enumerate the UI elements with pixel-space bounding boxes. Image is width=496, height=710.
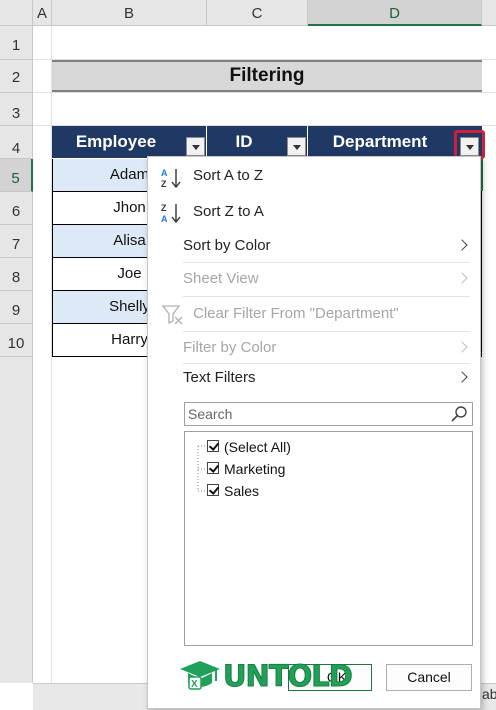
menu-label: Text Filters (183, 369, 256, 386)
search-icon (451, 406, 467, 422)
menu-item-sheet-view: Sheet View (148, 264, 480, 294)
header-label: Employee (75, 132, 157, 151)
menu-separator (183, 262, 470, 263)
menu-item-sort-a-to-z[interactable]: A Z Sort A to Z (148, 161, 480, 191)
search-input[interactable]: Search (184, 402, 473, 426)
list-item-label: Sales (224, 483, 260, 499)
svg-text:A: A (161, 168, 168, 178)
sort-descending-icon: Z A (161, 203, 181, 224)
row-header-8[interactable]: 8 (0, 258, 33, 291)
list-item-label: Marketing (224, 461, 286, 477)
filter-dropdown-button-id[interactable] (287, 137, 306, 156)
table-header-employee[interactable]: Employee (52, 126, 207, 158)
menu-item-sort-z-to-a[interactable]: Z A Sort Z to A (148, 197, 480, 227)
column-header-d[interactable]: D (308, 0, 482, 26)
row-header-3[interactable]: 3 (0, 93, 33, 126)
checkbox-marketing[interactable] (207, 462, 219, 474)
graduation-cap-logo-icon: X (180, 661, 220, 690)
column-header-e[interactable] (482, 0, 496, 26)
row-header-4[interactable]: 4 (0, 126, 33, 159)
row-header-6[interactable]: 6 (0, 192, 33, 225)
menu-item-clear-filter: Clear Filter From "Department" (148, 299, 480, 329)
chevron-right-icon (456, 341, 468, 353)
column-header-b[interactable]: B (52, 0, 207, 26)
filter-dropdown-button-employee[interactable] (186, 137, 205, 156)
row-header-2[interactable]: 2 (0, 60, 33, 93)
row-header-5[interactable]: 5 (0, 159, 33, 192)
menu-item-sort-by-color[interactable]: Sort by Color (148, 231, 480, 261)
list-item-label: (Select All) (224, 439, 291, 455)
checkbox-select-all[interactable] (207, 440, 219, 452)
menu-label: Filter by Color (183, 339, 277, 356)
menu-separator (183, 296, 470, 297)
menu-separator (183, 331, 470, 332)
menu-item-filter-by-color: Filter by Color (148, 333, 480, 363)
search-placeholder: Search (188, 406, 233, 422)
select-all-corner[interactable] (0, 0, 33, 26)
svg-text:A: A (161, 214, 168, 224)
svg-text:X: X (191, 679, 198, 690)
row-header-blank (0, 357, 33, 683)
chevron-right-icon (456, 239, 468, 251)
svg-text:Z: Z (161, 179, 167, 189)
highlight-box (454, 130, 485, 159)
menu-label: Clear Filter From "Department" (193, 305, 399, 322)
sheet-tab-fragment[interactable]: ab (482, 686, 496, 702)
untold-watermark-logo: X UNTOLD (176, 657, 353, 695)
row-header-10[interactable]: 10 (0, 324, 33, 357)
checkbox-sales[interactable] (207, 484, 219, 496)
row-header-9[interactable]: 9 (0, 291, 33, 324)
cancel-button[interactable]: Cancel (386, 664, 472, 691)
filter-values-list[interactable]: (Select All) Marketing Sales (184, 431, 473, 646)
chevron-right-icon (456, 371, 468, 383)
autofilter-menu: A Z Sort A to Z Z A Sort Z to A Sort by … (147, 156, 481, 709)
menu-label: Sort A to Z (193, 167, 264, 184)
column-header-c[interactable]: C (207, 0, 308, 26)
row-header-7[interactable]: 7 (0, 225, 33, 258)
menu-label: Sort by Color (183, 237, 271, 254)
gridline (33, 92, 496, 93)
sort-ascending-icon: A Z (161, 168, 181, 189)
menu-label: Sheet View (183, 270, 259, 287)
sheet-title[interactable]: Filtering (52, 60, 482, 92)
chevron-right-icon (456, 272, 468, 284)
column-header-a[interactable]: A (33, 0, 52, 26)
header-label: Department (332, 132, 428, 151)
row-header-1[interactable]: 1 (0, 26, 33, 60)
header-label: ID (235, 132, 253, 151)
menu-label: Sort Z to A (193, 203, 264, 220)
clear-filter-icon (161, 305, 183, 325)
menu-item-text-filters[interactable]: Text Filters (148, 363, 480, 393)
svg-text:Z: Z (161, 203, 167, 213)
watermark-text: UNTOLD (223, 659, 354, 694)
